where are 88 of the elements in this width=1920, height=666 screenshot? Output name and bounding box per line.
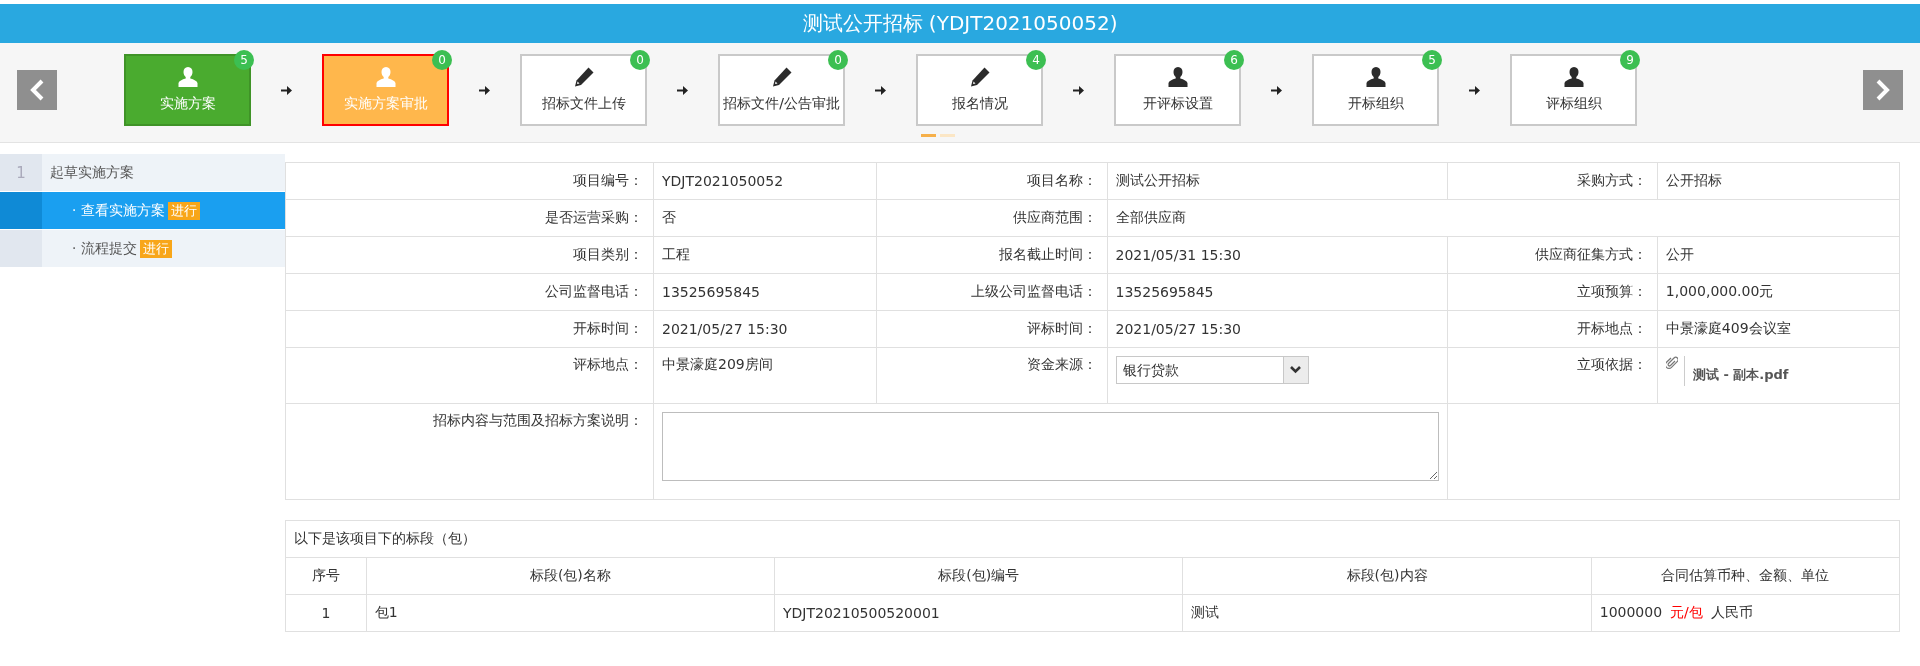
status-tag: 进行: [139, 239, 172, 258]
field-value: 13525695845: [1115, 284, 1214, 300]
column-header: 标段(包)内容: [1346, 567, 1428, 583]
count-badge: 0: [432, 50, 452, 70]
field-value: YDJT2021050052: [662, 173, 784, 189]
field-label: 上级公司监督电话：: [970, 283, 1097, 299]
table-cell: YDJT20210500520001: [783, 605, 940, 621]
arrow-right-icon: [281, 85, 292, 95]
arrow-right-icon: [479, 85, 490, 95]
field-label: 评标地点：: [573, 356, 643, 372]
field-label: 项目类别：: [573, 246, 643, 262]
pencil-icon: [770, 66, 793, 88]
table-cell: 测试: [1191, 604, 1220, 620]
field-value: 公开招标: [1665, 172, 1722, 188]
count-badge: 5: [234, 50, 254, 70]
field-label: 资金来源：: [1026, 356, 1097, 372]
field-value: 中景濠庭409会议室: [1665, 320, 1791, 336]
table-cell: 包1: [374, 604, 398, 620]
table-cell: 1: [321, 605, 331, 621]
currency-text: 人民币: [1710, 604, 1753, 620]
field-label: 供应商征集方式：: [1534, 246, 1647, 262]
field-value: 否: [662, 209, 676, 225]
file-link[interactable]: 测试 - 副本.pdf: [1692, 366, 1789, 384]
table-caption: 以下是该项目下的标段（包）: [294, 530, 476, 546]
amount-value: 1000000: [1599, 604, 1663, 620]
field-value: 公开: [1665, 246, 1694, 262]
pencil-icon: [968, 66, 991, 88]
count-badge: 4: [1026, 50, 1046, 70]
select-field[interactable]: 银行贷款: [1115, 356, 1309, 384]
previous-button[interactable]: [17, 70, 57, 110]
column-header: 标段(包)名称: [529, 567, 611, 583]
count-badge: 0: [630, 50, 650, 70]
person-icon: [176, 66, 199, 88]
field-value: 2021/05/31 15:30: [1115, 247, 1241, 263]
paperclip-icon: [1665, 356, 1678, 370]
field-label: 开标时间：: [573, 320, 643, 336]
chevron-right-icon: [1875, 79, 1891, 101]
arrow-right-icon: [1073, 85, 1084, 95]
next-button[interactable]: [1863, 70, 1903, 110]
person-icon: [1364, 66, 1387, 88]
page-title: 测试公开招标 (YDJT2021050052): [0, 4, 1920, 43]
group-title: 起草实施方案: [50, 163, 134, 182]
count-badge: 5: [1422, 50, 1442, 70]
item-label: · 查看实施方案: [72, 201, 165, 220]
field-label: 立项预算：: [1576, 283, 1647, 299]
field-label: 评标时间：: [1026, 320, 1097, 336]
sidebar-item[interactable]: · 流程提交 进行: [0, 230, 285, 267]
field-value: 工程: [662, 246, 690, 262]
field-label: 项目编号：: [573, 172, 643, 188]
count-badge: 9: [1620, 50, 1640, 70]
field-value: 测试公开招标: [1115, 172, 1200, 188]
field-label: 项目名称：: [1026, 172, 1097, 188]
field-label: 是否运营采购：: [545, 209, 643, 225]
status-tag: 进行: [167, 201, 200, 220]
field-label: 招标内容与范围及招标方案说明：: [433, 412, 643, 428]
arrow-right-icon: [875, 85, 886, 95]
column-header: 序号: [311, 567, 340, 583]
field-label: 公司监督电话：: [545, 283, 643, 299]
item-label: · 流程提交: [72, 239, 137, 258]
field-label: 开标地点：: [1576, 320, 1647, 336]
field-label: 立项依据：: [1576, 356, 1647, 372]
column-header: 合同估算币种、金额、单位: [1661, 567, 1830, 583]
column-header: 标段(包)编号: [938, 567, 1020, 583]
person-icon: [1562, 66, 1585, 88]
count-badge: 6: [1224, 50, 1244, 70]
arrow-right-icon: [1469, 85, 1480, 95]
person-icon: [374, 66, 397, 88]
arrow-right-icon: [677, 85, 688, 95]
field-label: 供应商范围：: [1012, 209, 1097, 225]
field-label: 采购方式：: [1576, 172, 1647, 188]
page-indicator[interactable]: [921, 134, 936, 137]
arrow-right-icon: [1271, 85, 1282, 95]
field-value: 2021/05/27 15:30: [662, 321, 788, 337]
person-icon: [1166, 66, 1189, 88]
description-textarea[interactable]: [662, 412, 1440, 481]
field-value: 中景濠庭209房间: [662, 356, 773, 372]
chevron-down-icon: [1290, 366, 1301, 374]
field-value: 全部供应商: [1115, 209, 1186, 225]
field-label: 报名截止时间：: [998, 246, 1097, 262]
step-number: 1: [16, 163, 26, 182]
count-badge: 0: [828, 50, 848, 70]
field-value: 2021/05/27 15:30: [1115, 321, 1241, 337]
field-value: 1,000,000.00元: [1665, 283, 1774, 299]
unit-text: 元/包: [1670, 604, 1703, 620]
page-indicator[interactable]: [940, 134, 955, 137]
chevron-left-icon: [29, 79, 45, 101]
pencil-icon: [572, 66, 595, 88]
field-value: 13525695845: [662, 284, 760, 300]
